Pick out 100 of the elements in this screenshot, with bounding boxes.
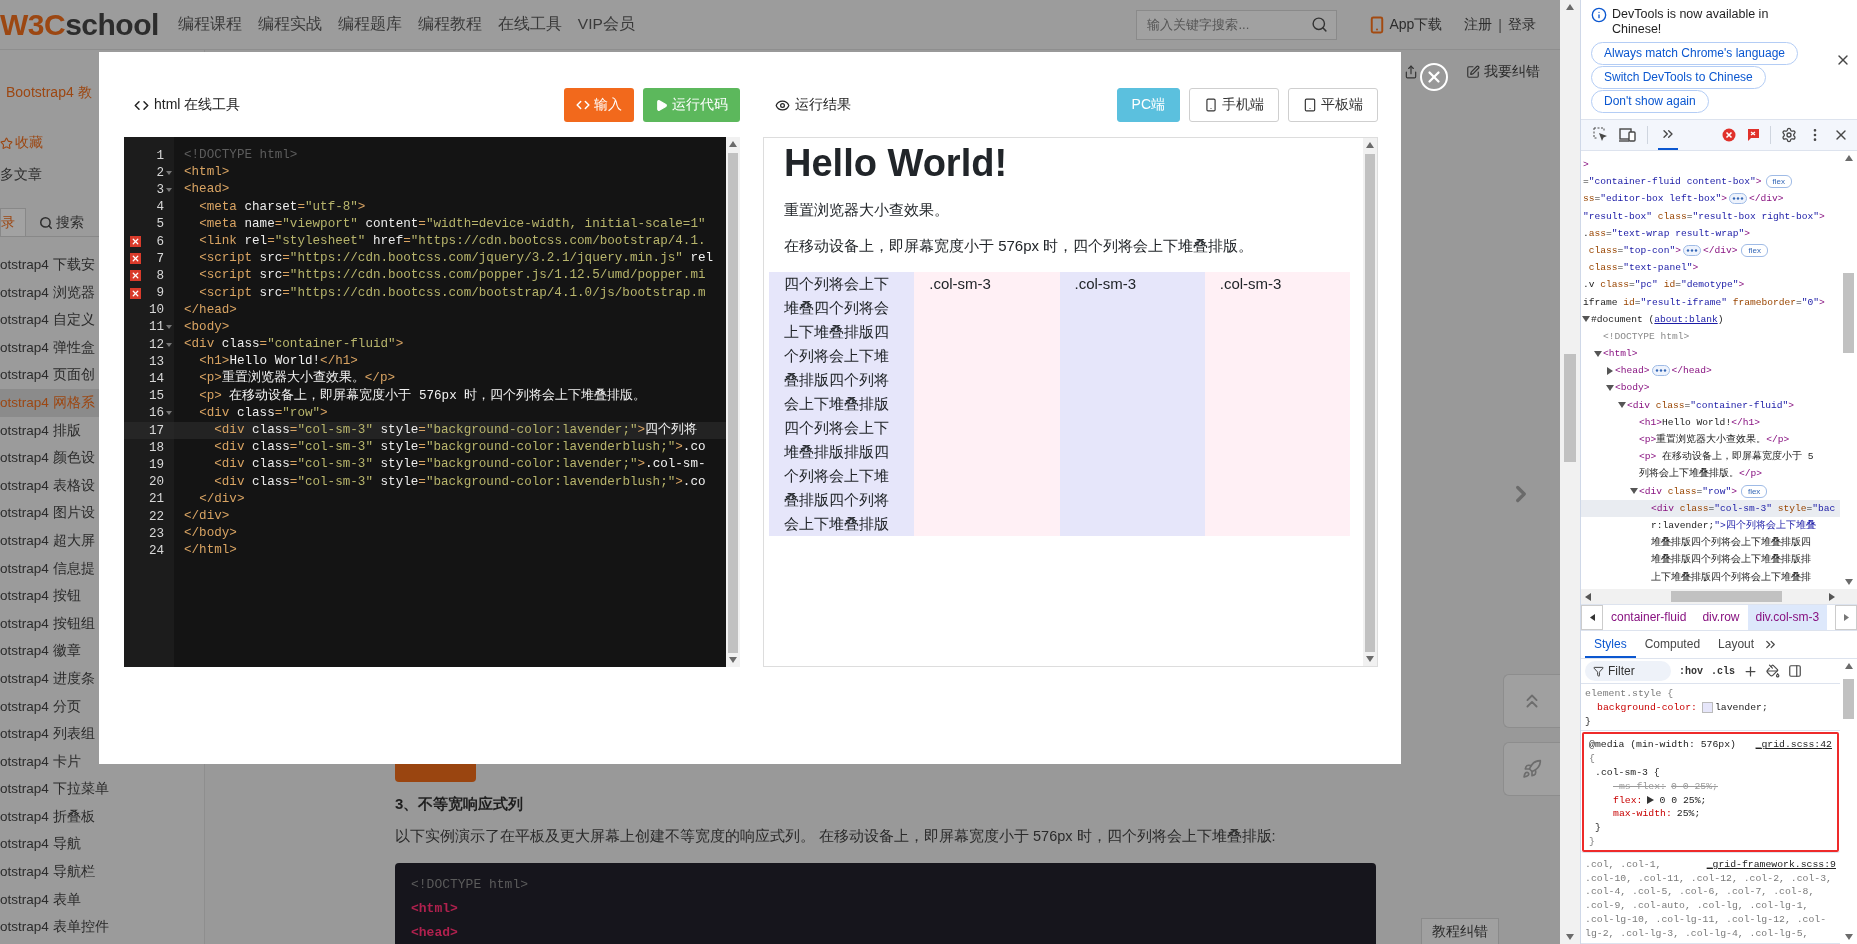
line-number: 14 (148, 372, 164, 387)
line-number: 1 (156, 148, 164, 163)
line-number: 19 (148, 457, 164, 472)
dom-markup: </div> (1748, 192, 1784, 207)
code-line: <head> (183, 181, 231, 199)
code-line: <script src="https://cdn.bootcss.com/popper.js/1.12.5/umd/popper.mi (198, 267, 707, 285)
dom-markup: ss="editor-box left-box"> (1583, 192, 1727, 207)
dom-markup: .v class="pc" id="demotype"> (1583, 278, 1745, 293)
style-value: 0 0 25%; (1659, 793, 1707, 808)
line-number: 22 (148, 509, 164, 524)
dom-markup: <div class="container-fluid"> (1627, 398, 1794, 413)
dom-markup: .ass="text-wrap result-wrap"> (1583, 226, 1750, 241)
code-line: </body> (183, 525, 238, 543)
dom-markup: class="top-con"> (1587, 243, 1681, 258)
code-line: <div class="col-sm-3" style="background-color:lavender;">.col-sm- (213, 456, 707, 474)
editor-title: html 在线工具 (154, 96, 241, 114)
dom-markup: ="container-fluid content-box"> (1583, 175, 1762, 190)
style-selector: .col-9, .col-auto, .col-lg, .col-lg-1, (1585, 899, 1809, 913)
line-number: 8 (156, 268, 164, 283)
code-line: <!DOCTYPE html> (183, 147, 299, 164)
dom-markup: "result-box" class="result-box right-box"> (1583, 209, 1825, 224)
code-line: </div> (183, 507, 231, 525)
style-selector: .col-sm-3 { (1594, 766, 1661, 780)
line-number: 20 (148, 475, 164, 490)
style-value: 25%; (1676, 807, 1701, 822)
dom-markup: ) (1717, 312, 1724, 327)
code-line: </html> (183, 542, 238, 560)
line-number: 21 (148, 492, 164, 507)
code-line: <!DOCTYPE html> (411, 876, 530, 894)
code-line: </head> (183, 301, 238, 319)
closing-brace: } (1585, 714, 1592, 729)
line-number: 3 (156, 182, 164, 197)
code-line: <div class="container-fluid"> (183, 336, 405, 354)
course-title: Bootstrap4 教 (6, 83, 92, 102)
code-line: <html> (411, 900, 459, 918)
line-number: 10 (148, 303, 164, 318)
line-number: 11 (148, 320, 164, 335)
dom-markup: <div class="row"> (1639, 484, 1737, 499)
code-line: </div> (198, 490, 246, 508)
style-selector: .col, .col-1, (1585, 857, 1662, 872)
line-number: 5 (156, 217, 164, 232)
code-line: <h1>Hello World!</h1> (198, 353, 359, 370)
line-number: 4 (156, 200, 164, 215)
section-paragraph: 以下实例演示了在平板及更大屏幕上创建不等宽度的响应式列。 在移动设备上，即屏幕宽度小于 576px 时，四个列将会上下堆叠排版: (395, 827, 1277, 846)
line-number: 16 (148, 406, 164, 421)
code-line: <meta name="viewport" content="width=device-width, initial-scale=1" (198, 215, 707, 233)
code-line: <head> (411, 924, 459, 942)
dom-markup: <div class="col-sm-3" style="bac (1651, 501, 1836, 516)
style-selector: lg-2, .col-lg-3, .col-lg-4, .col-lg-5, (1585, 926, 1809, 941)
dom-markup: <head> (1615, 364, 1650, 379)
closing-brace: } (1589, 834, 1596, 849)
dom-markup: <h1>Hello World!</h1> (1639, 415, 1760, 430)
style-value: 0 0 25%; (1670, 779, 1718, 794)
code-line: <p>重置浏览器大小查效果。</p> (198, 370, 397, 388)
line-number: 18 (148, 440, 164, 455)
dom-markup: <p>重置浏览器大小查效果。</p> (1639, 432, 1790, 447)
media-query: @media (min-width: 576px) (1589, 738, 1736, 753)
code-line: <meta charset="utf-8"> (198, 198, 367, 216)
style-property: -ms-flex: (1613, 779, 1666, 794)
dom-markup: <html> (1603, 347, 1638, 362)
style-property: background-color: (1597, 700, 1697, 715)
code-line: <body> (183, 318, 231, 336)
style-value: lavender; (1714, 700, 1768, 715)
dom-markup: </div> (1702, 243, 1738, 258)
code-line: <script src="https://cdn.bootcss.com/jquery/3.2.1/jquery.min.js" rel (198, 250, 715, 268)
dom-markup: 堆叠排版四个列将会上下堆叠排版四 (1651, 535, 1811, 551)
line-number: 2 (156, 165, 164, 180)
dom-markup: 上下堆叠排版四个列将会上下堆叠排 (1651, 570, 1811, 585)
opening-brace: { (1589, 752, 1596, 766)
code-line: <script src="https://cdn.bootcss.com/bootstrap/4.1.0/js/bootstrap.m (198, 284, 707, 302)
code-line: <div class="col-sm-3" style="background-color:lavenderblush;">.co (213, 473, 707, 491)
line-number: 17 (148, 423, 164, 438)
dom-markup: > (1583, 158, 1589, 172)
line-number: 6 (156, 234, 164, 249)
line-number: 13 (148, 354, 164, 369)
style-selector: element.style { (1585, 687, 1675, 701)
style-selector: .col-lg-10, .col-lg-11, .col-lg-12, .col- (1585, 912, 1827, 927)
code-line: <div class="col-sm-3" style="background-color:lavenderblush;">.co (213, 439, 707, 457)
grid-column: .col-sm-3 (914, 272, 1060, 536)
line-number: 23 (148, 526, 164, 541)
dom-markup: class="text-panel"> (1587, 261, 1699, 276)
result-paragraph: 在移动设备上，即屏幕宽度小于 576px 时，四个列将会上下堆叠排版。 (784, 236, 1255, 256)
line-number: 15 (148, 389, 164, 404)
dom-markup: 堆叠排版四个列将会上下堆叠排版排 (1651, 552, 1811, 568)
code-line: <p> 在移动设备上，即屏幕宽度小于 576px 时，四个列将会上下堆叠排版。 (198, 387, 648, 405)
style-selector: .col-10, .col-11, .col-12, .col-2, .col-3, (1585, 871, 1832, 886)
section-heading: 3、不等宽响应式列 (395, 794, 525, 814)
style-selector: .col-4, .col-5, .col-6, .col-7, .col-8, (1585, 885, 1815, 900)
style-property: flex: (1613, 793, 1643, 808)
grid-column: 四个列将会上下堆叠四个列将会上下堆叠排版四个列将会上下堆叠排版四个列将会上下堆叠排版四个列将会上下堆叠排版排版四个列将会上下堆叠排版四个列将会上下堆叠排版 (769, 272, 915, 536)
dom-markup: r:lavender;">四个列将会上下堆叠 (1651, 518, 1816, 533)
separator-text: | (1498, 16, 1502, 33)
result-paragraph: 重置浏览器大小查效果。 (784, 200, 950, 220)
dom-markup: 列将会上下堆叠排版。</p> (1639, 466, 1763, 482)
dom-markup: </head> (1671, 364, 1712, 379)
grid-column: .col-sm-3 (1059, 272, 1205, 536)
dom-markup: <p> 在移动设备上，即屏幕宽度小于 5 (1639, 449, 1814, 465)
dom-markup: iframe id="result-iframe" frameborder="0"> (1583, 295, 1825, 310)
line-number: 12 (148, 337, 164, 352)
code-line: <link rel="stylesheet" href="https://cdn.bootcss.com/bootstrap/4.1. (198, 232, 707, 250)
